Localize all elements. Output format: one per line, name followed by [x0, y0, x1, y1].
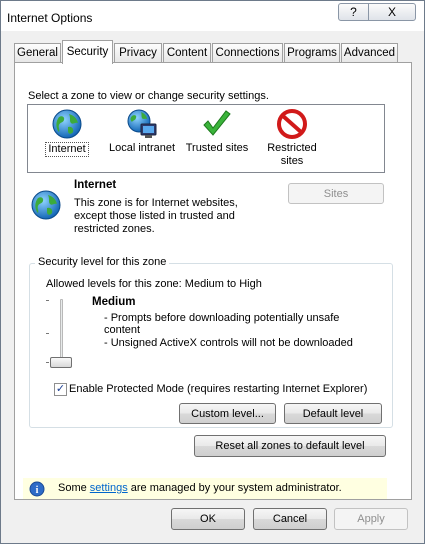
protected-mode-label[interactable]: Enable Protected Mode (requires restarti…	[69, 383, 367, 395]
zone-restricted-sites[interactable]: Restricted sites	[257, 108, 327, 168]
close-button[interactable]: X	[368, 3, 416, 21]
slider-tick	[46, 362, 49, 363]
security-level-slider-thumb[interactable]	[50, 357, 72, 368]
tab-security[interactable]: Security	[62, 40, 113, 64]
protected-mode-checkbox[interactable]: ✓	[54, 383, 67, 396]
restricted-icon	[277, 109, 307, 139]
security-level-group-title: Security level for this zone	[35, 256, 170, 268]
sites-button[interactable]: Sites	[288, 183, 384, 204]
admin-info-suffix: are managed by your system administrator…	[127, 482, 342, 494]
zones-prompt: Select a zone to view or change security…	[28, 90, 269, 102]
tab-advanced[interactable]: Advanced	[341, 43, 398, 63]
checkmark-icon	[203, 110, 231, 136]
admin-info-prefix: Some	[58, 482, 90, 494]
tab-programs[interactable]: Programs	[284, 43, 340, 63]
security-level-slider-track	[60, 299, 63, 365]
admin-info-bar: i Some settings are managed by your syst…	[23, 478, 387, 499]
apply-button[interactable]: Apply	[334, 508, 408, 530]
internet-options-window: Internet Options ? X General Security Pr…	[0, 0, 425, 544]
intranet-icon	[127, 109, 157, 138]
tab-content[interactable]: Content	[163, 43, 211, 63]
default-level-button[interactable]: Default level	[284, 403, 382, 424]
slider-tick	[46, 300, 49, 301]
security-level-bullet1b: content	[104, 324, 141, 336]
custom-level-button[interactable]: Custom level...	[179, 403, 276, 424]
allowed-levels-text: Allowed levels for this zone: Medium to …	[46, 278, 262, 290]
tab-privacy[interactable]: Privacy	[114, 43, 162, 63]
zone-restricted-sites-label: Restricted sites	[267, 142, 317, 167]
zone-trusted-sites-label: Trusted sites	[185, 142, 249, 154]
zone-trusted-sites[interactable]: Trusted sites	[182, 108, 252, 155]
selected-zone-desc-line2: except those listed in trusted and	[74, 210, 235, 222]
window-title: Internet Options	[7, 11, 93, 25]
zone-internet[interactable]: Internet	[32, 108, 102, 157]
slider-tick	[46, 333, 49, 334]
zone-internet-label: Internet	[45, 142, 89, 157]
help-button[interactable]: ?	[338, 3, 369, 21]
security-level-name: Medium	[92, 296, 136, 308]
info-icon-glyph: i	[36, 485, 39, 496]
security-level-bullet1a: - Prompts before downloading potentially…	[104, 312, 340, 324]
tab-connections[interactable]: Connections	[212, 43, 283, 63]
security-level-bullet2: - Unsigned ActiveX controls will not be …	[104, 337, 353, 349]
title-bar: Internet Options ? X	[1, 1, 424, 31]
settings-link[interactable]: settings	[90, 482, 128, 494]
ok-button[interactable]: OK	[171, 508, 245, 530]
tab-general[interactable]: General	[14, 43, 61, 63]
selected-zone-globe-icon	[31, 190, 61, 220]
info-icon: i	[29, 481, 45, 497]
globe-icon	[52, 109, 82, 139]
zone-local-intranet[interactable]: Local intranet	[107, 108, 177, 155]
selected-zone-desc-line1: This zone is for Internet websites,	[74, 197, 238, 209]
selected-zone-title: Internet	[74, 179, 117, 191]
reset-all-zones-button[interactable]: Reset all zones to default level	[194, 435, 386, 457]
cancel-button[interactable]: Cancel	[253, 508, 327, 530]
admin-info-text: Some settings are managed by your system…	[58, 482, 342, 494]
zone-local-intranet-label: Local intranet	[108, 142, 176, 154]
selected-zone-desc-line3: restricted zones.	[74, 223, 155, 235]
